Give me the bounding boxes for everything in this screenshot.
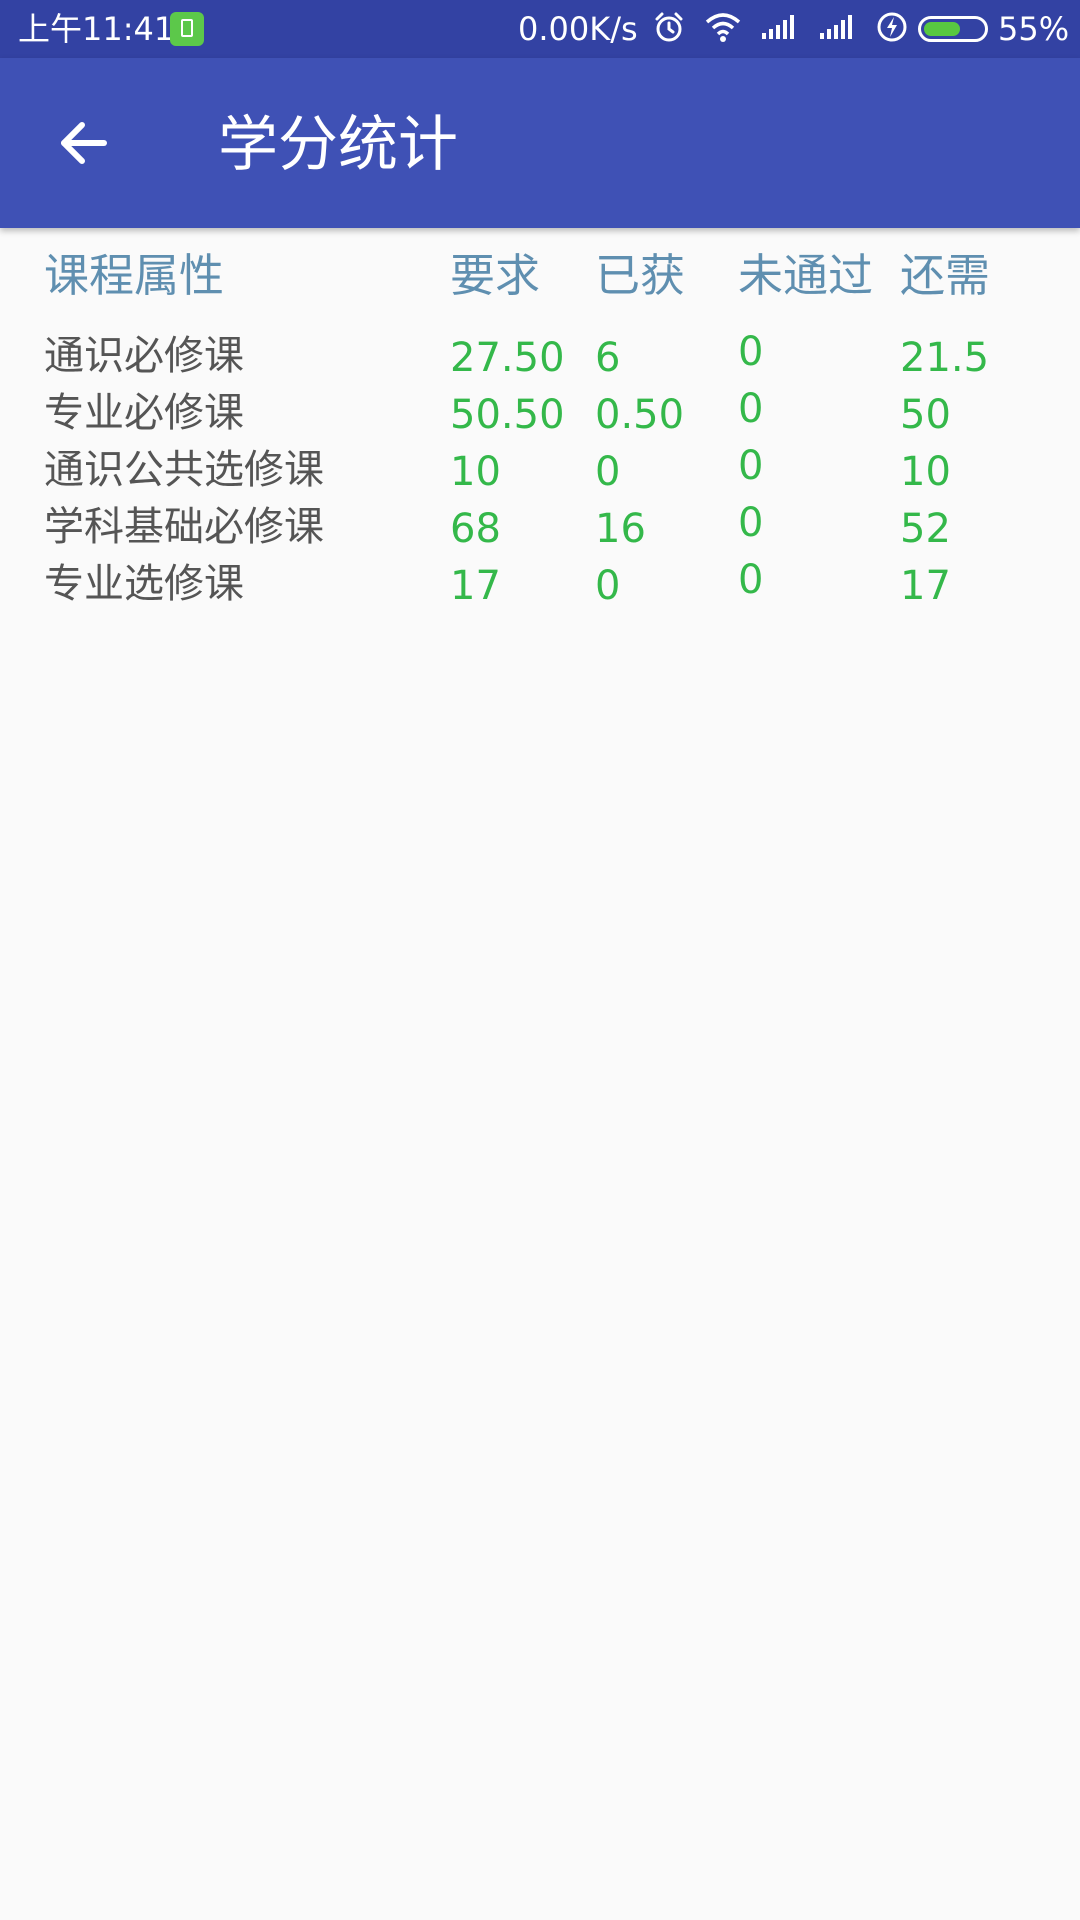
table-row-name: 通识公共选修课 — [44, 447, 324, 493]
table-row-earned: 6 — [595, 335, 621, 381]
table-row-failed: 0 — [738, 443, 764, 489]
header-required: 要求 — [450, 249, 541, 302]
battery-saver-icon — [170, 12, 204, 46]
header-remaining: 还需 — [900, 249, 991, 302]
table-row-required: 17 — [450, 563, 501, 609]
table-row-required: 50.50 — [450, 392, 565, 438]
table-row-required: 27.50 — [450, 335, 565, 381]
arrow-back-icon — [61, 122, 107, 164]
page-title: 学分统计 — [218, 110, 458, 180]
table-row-earned: 0 — [595, 449, 621, 495]
table-row-earned: 0.50 — [595, 392, 685, 438]
status-bar: 上午11:41 0.00K/s 55% — [0, 0, 1080, 58]
wifi-icon — [704, 11, 742, 47]
table-row-failed: 0 — [738, 329, 764, 375]
status-time: 上午11:41 — [18, 10, 175, 48]
alarm-icon — [652, 10, 686, 48]
status-icons — [652, 8, 908, 50]
table-row-failed: 0 — [738, 500, 764, 546]
table-row-earned: 16 — [595, 506, 646, 552]
table-row-remaining: 10 — [900, 449, 951, 495]
table-row-remaining: 50 — [900, 392, 951, 438]
battery-percent: 55% — [998, 10, 1070, 48]
table-row-name: 专业选修课 — [44, 561, 244, 607]
table-row-earned: 0 — [595, 563, 621, 609]
app-bar: 学分统计 — [0, 58, 1080, 228]
header-course-type: 课程属性 — [44, 249, 225, 302]
table-row-remaining: 17 — [900, 563, 951, 609]
signal-icon — [760, 13, 800, 45]
battery-icon — [918, 16, 988, 42]
table-row-name: 通识必修课 — [44, 333, 244, 379]
back-button[interactable] — [42, 107, 126, 179]
table-row-failed: 0 — [738, 386, 764, 432]
header-earned: 已获 — [595, 249, 686, 302]
table-row-required: 10 — [450, 449, 501, 495]
table-row-remaining: 21.5 — [900, 335, 990, 381]
table-row-failed: 0 — [738, 557, 764, 603]
network-speed: 0.00K/s — [518, 10, 638, 48]
table-row-required: 68 — [450, 506, 501, 552]
header-failed: 未通过 — [738, 249, 874, 302]
signal-icon — [818, 13, 858, 45]
table-row-name: 学科基础必修课 — [44, 504, 324, 550]
table-row-remaining: 52 — [900, 506, 951, 552]
charging-icon — [876, 11, 908, 47]
table-row-name: 专业必修课 — [44, 390, 244, 436]
